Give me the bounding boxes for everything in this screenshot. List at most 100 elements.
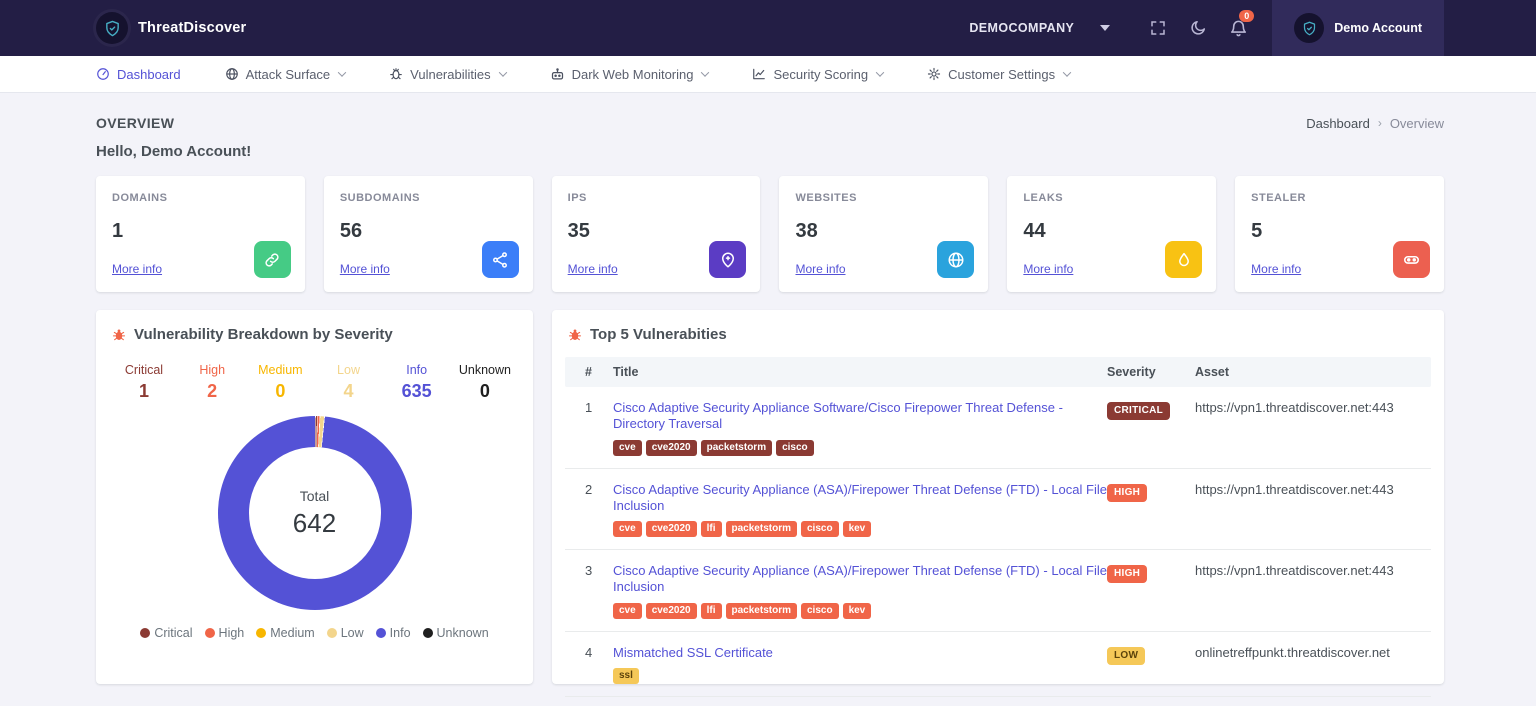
legend-item-low[interactable]: Low <box>327 626 364 640</box>
legend-label: High <box>219 626 245 640</box>
tag-badge: kev <box>843 521 872 537</box>
row-severity-cell: HIGH <box>1107 563 1195 583</box>
brand[interactable]: ThreatDiscover <box>96 12 246 44</box>
brand-name: ThreatDiscover <box>138 20 246 36</box>
tag-badge: cve2020 <box>646 521 697 537</box>
row-asset: https://vpn1.threatdiscover.net:443 <box>1195 563 1431 578</box>
topbar-right: DEMOCOMPANY 0 Demo Account <box>969 0 1536 56</box>
donut-center-value: 642 <box>293 508 336 539</box>
stat-card-label: SUBDOMAINS <box>340 192 517 204</box>
company-selector[interactable]: DEMOCOMPANY <box>969 21 1110 35</box>
stat-card-label: DOMAINS <box>112 192 289 204</box>
stat-card-value: 38 <box>795 220 972 243</box>
legend-label: Unknown <box>437 626 489 640</box>
breadcrumb-dashboard[interactable]: Dashboard <box>1306 116 1370 131</box>
nav-label: Dashboard <box>117 67 181 82</box>
link-icon <box>254 241 291 278</box>
row-num: 2 <box>565 482 613 497</box>
legend-item-info[interactable]: Info <box>376 626 411 640</box>
tag-badge: cisco <box>801 521 839 537</box>
legend-item-unknown[interactable]: Unknown <box>423 626 489 640</box>
stat-card-domains: DOMAINS 1 More info <box>96 176 305 292</box>
table-row: 5 Expired SSL Certificate ssl LOW vpn1.t… <box>565 697 1431 706</box>
legend-item-high[interactable]: High <box>205 626 245 640</box>
map-pin-plus-icon <box>709 241 746 278</box>
legend-dot <box>423 628 433 638</box>
main-nav: Dashboard Attack Surface Vulnerabilities… <box>0 56 1536 93</box>
severity-stat-label: High <box>186 363 238 377</box>
panels-row: Vulnerability Breakdown by Severity Crit… <box>96 310 1444 684</box>
legend-dot <box>256 628 266 638</box>
tag-badge: packetstorm <box>726 603 797 619</box>
avatar-shield-icon <box>1302 21 1317 36</box>
gauge-icon <box>96 67 110 81</box>
stat-card-value: 44 <box>1023 220 1200 243</box>
nav-label: Security Scoring <box>773 67 868 82</box>
legend-item-medium[interactable]: Medium <box>256 626 314 640</box>
table-row: 2 Cisco Adaptive Security Appliance (ASA… <box>565 469 1431 551</box>
dark-mode-button[interactable] <box>1178 0 1218 56</box>
tag-badge: lfi <box>701 521 722 537</box>
severity-stat-label: Critical <box>118 363 170 377</box>
stat-card-label: WEBSITES <box>795 192 972 204</box>
vuln-title-link[interactable]: Cisco Adaptive Security Appliance (ASA)/… <box>613 482 1107 515</box>
vuln-title-link[interactable]: Cisco Adaptive Security Appliance (ASA)/… <box>613 563 1107 596</box>
vuln-title-link[interactable]: Mismatched SSL Certificate <box>613 645 1107 661</box>
account-menu[interactable]: Demo Account <box>1272 0 1444 56</box>
severity-donut-chart: Total 642 <box>218 416 412 610</box>
greeting: Hello, Demo Account! <box>96 143 1444 160</box>
mask-icon <box>1393 241 1430 278</box>
chevron-down-icon <box>498 68 506 76</box>
tag-badge: lfi <box>701 603 722 619</box>
globe-icon <box>937 241 974 278</box>
row-severity-cell: LOW <box>1107 645 1195 665</box>
stat-cards-row: DOMAINS 1 More info SUBDOMAINS 56 More i… <box>96 176 1444 292</box>
row-title-cell: Cisco Adaptive Security Appliance Softwa… <box>613 400 1107 456</box>
breadcrumb-current: Overview <box>1390 116 1444 131</box>
fullscreen-button[interactable] <box>1138 0 1178 56</box>
stat-card-label: STEALER <box>1251 192 1428 204</box>
stat-card-value: 1 <box>112 220 289 243</box>
nav-label: Dark Web Monitoring <box>572 67 694 82</box>
nav-item-attack-surface[interactable]: Attack Surface <box>225 67 346 82</box>
col-header-title: Title <box>613 357 1107 387</box>
more-info-link[interactable]: More info <box>1251 262 1301 276</box>
col-header-asset: Asset <box>1195 357 1431 387</box>
chart-legend: Critical High Medium Low Info Unknown <box>96 626 533 640</box>
legend-item-critical[interactable]: Critical <box>140 626 192 640</box>
vuln-title-link[interactable]: Cisco Adaptive Security Appliance Softwa… <box>613 400 1107 433</box>
nav-item-vulnerabilities[interactable]: Vulnerabilities <box>389 67 505 82</box>
severity-badge: HIGH <box>1107 484 1147 502</box>
tag-badge: cisco <box>776 440 814 456</box>
stat-card-leaks: LEAKS 44 More info <box>1007 176 1216 292</box>
chevron-down-icon <box>1063 68 1071 76</box>
tag-badge: cisco <box>801 603 839 619</box>
line-chart-icon <box>752 67 766 81</box>
tag-list: cvecve2020packetstormcisco <box>613 440 1107 456</box>
legend-label: Critical <box>154 626 192 640</box>
nav-item-security-scoring[interactable]: Security Scoring <box>752 67 883 82</box>
more-info-link[interactable]: More info <box>568 262 618 276</box>
severity-stat-low: Low 4 <box>323 363 375 402</box>
table-row: 3 Cisco Adaptive Security Appliance (ASA… <box>565 550 1431 632</box>
nav-item-customer-settings[interactable]: Customer Settings <box>927 67 1070 82</box>
chevron-down-icon <box>876 68 884 76</box>
chevron-down-icon <box>1100 25 1110 31</box>
stat-card-label: IPS <box>568 192 745 204</box>
more-info-link[interactable]: More info <box>795 262 845 276</box>
more-info-link[interactable]: More info <box>1023 262 1073 276</box>
nav-item-dark-web-monitoring[interactable]: Dark Web Monitoring <box>550 67 709 82</box>
notifications-button[interactable]: 0 <box>1218 0 1258 56</box>
severity-stat-value: 0 <box>254 381 306 402</box>
more-info-link[interactable]: More info <box>340 262 390 276</box>
severity-badge: CRITICAL <box>1107 402 1170 420</box>
robot-icon <box>550 67 565 82</box>
nav-item-dashboard[interactable]: Dashboard <box>96 67 181 82</box>
legend-label: Info <box>390 626 411 640</box>
stat-card-stealer: STEALER 5 More info <box>1235 176 1444 292</box>
notification-badge: 0 <box>1239 10 1254 22</box>
stat-card-value: 5 <box>1251 220 1428 243</box>
tag-badge: kev <box>843 603 872 619</box>
tag-list: ssl <box>613 668 1107 684</box>
more-info-link[interactable]: More info <box>112 262 162 276</box>
